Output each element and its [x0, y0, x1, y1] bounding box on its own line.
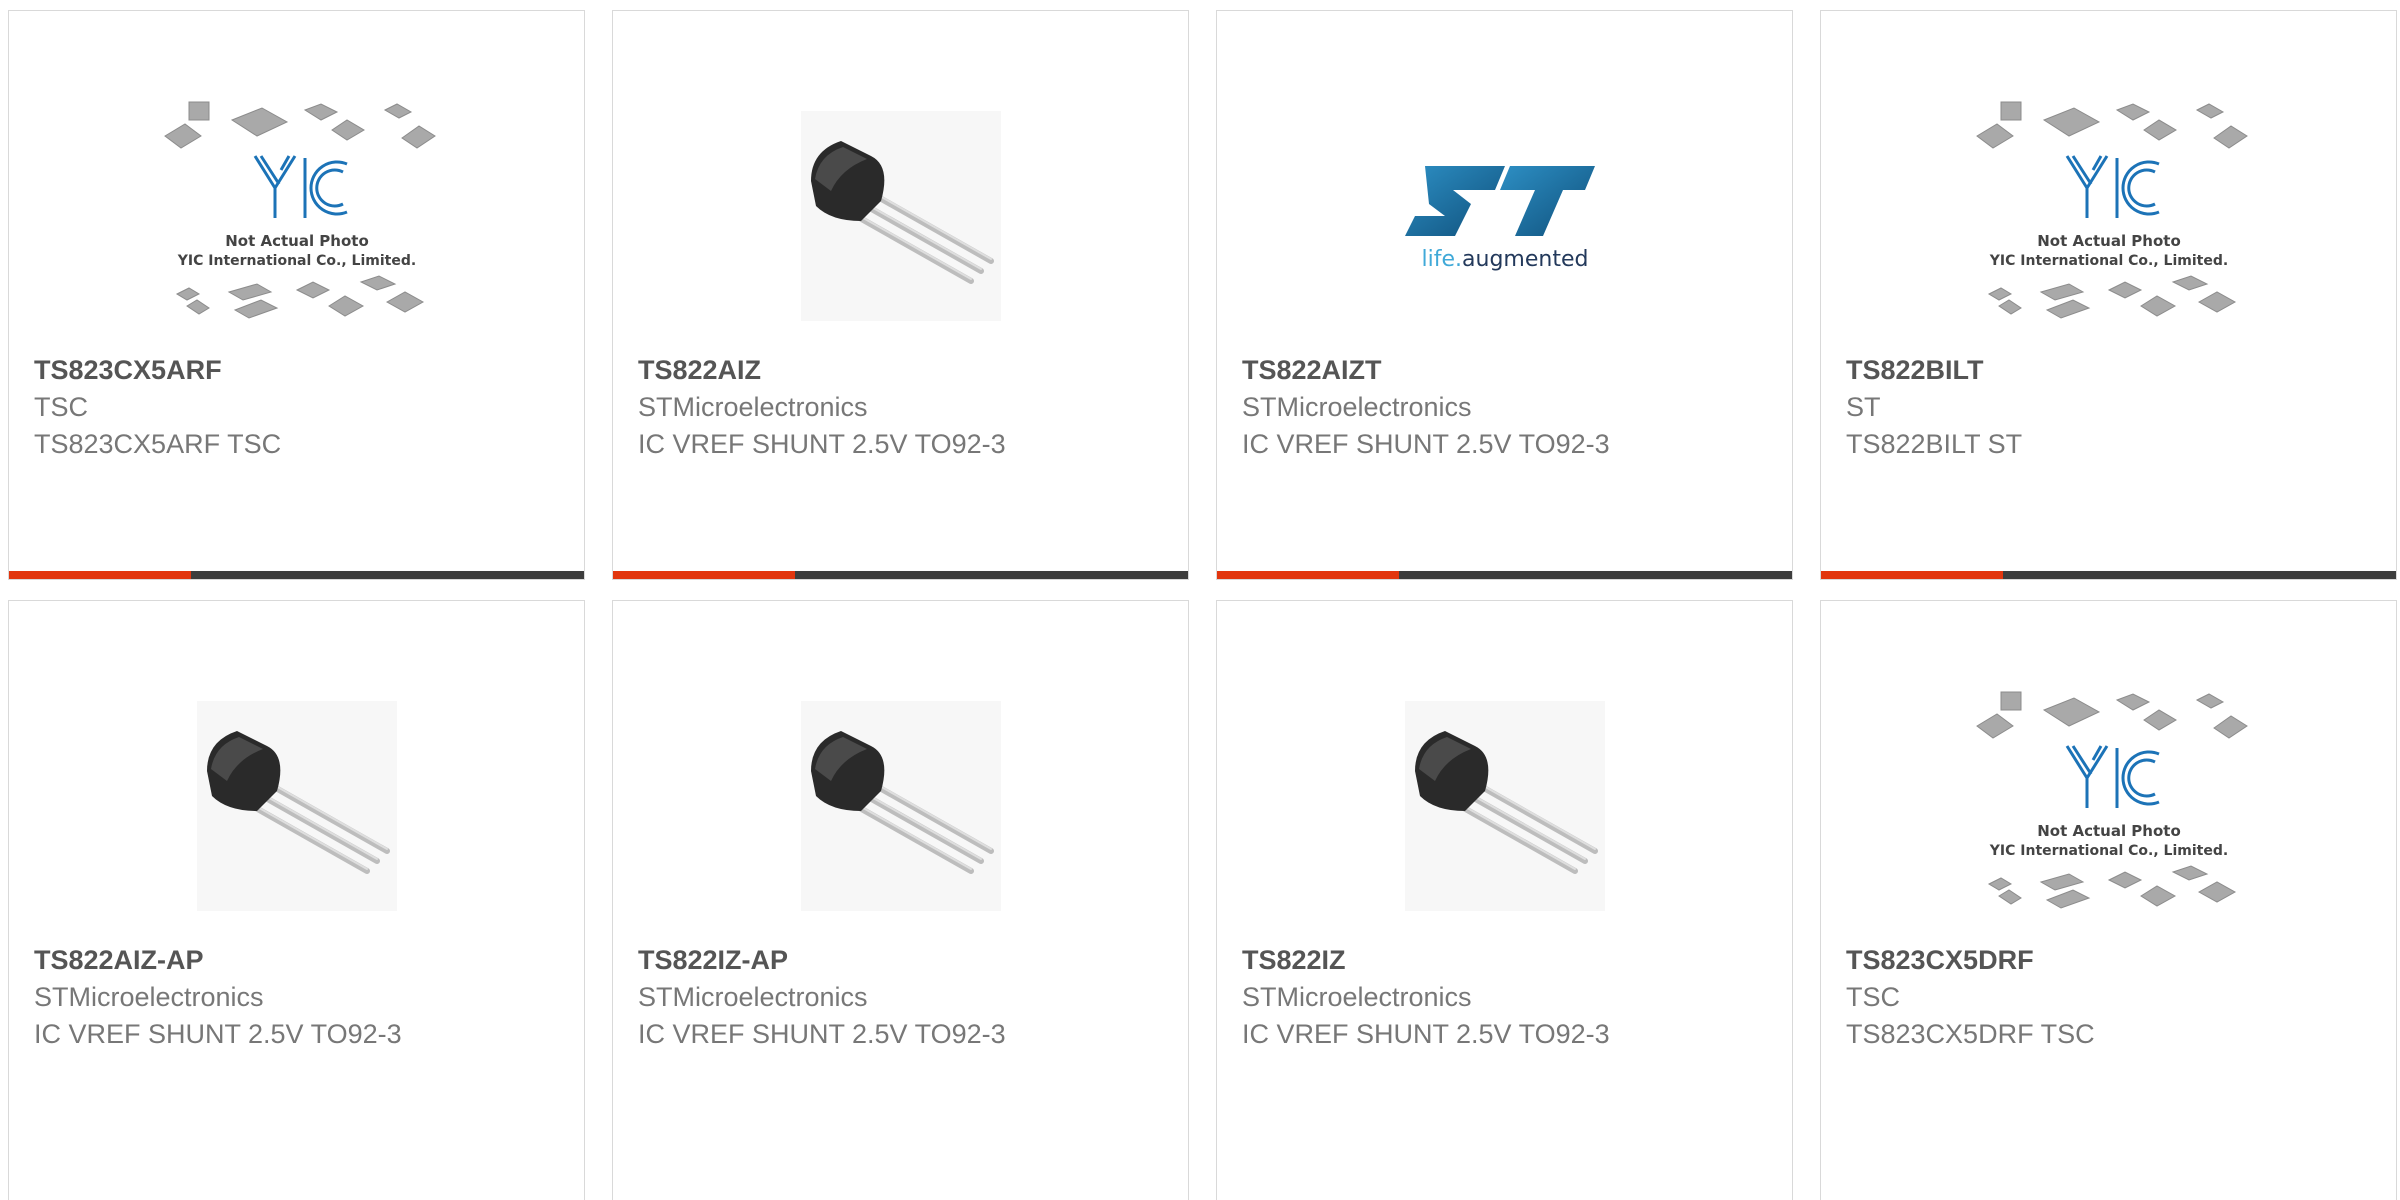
yic-placeholder-icon: Not Actual Photo YIC International Co., … — [1975, 101, 2248, 319]
product-image — [1217, 671, 1792, 941]
card-bottom-bar — [1821, 571, 2396, 579]
product-grid: Not Actual Photo YIC International Co., … — [0, 0, 2400, 1200]
product-image: Not Actual Photo YIC International Co., … — [9, 81, 584, 351]
part-number[interactable]: TS823CX5ARF — [34, 351, 564, 389]
manufacturer: STMicroelectronics — [1242, 982, 1472, 1012]
card-bottom-bar — [1217, 571, 1792, 579]
st-logo-icon: life.augmented — [1404, 166, 1595, 272]
part-number[interactable]: TS822AIZT — [1242, 351, 1772, 389]
placeholder-line2: YIC International Co., Limited. — [1988, 843, 2227, 859]
to92-transistor-icon — [800, 701, 1001, 911]
description: IC VREF SHUNT 2.5V TO92-3 — [1242, 429, 1610, 459]
description: IC VREF SHUNT 2.5V TO92-3 — [1242, 1019, 1610, 1049]
product-image: Not Actual Photo YIC International Co., … — [1821, 81, 2396, 351]
product-card[interactable]: TS822AIZ STMicroelectronics IC VREF SHUN… — [612, 10, 1189, 580]
description: TS823CX5DRF TSC — [1846, 1019, 2095, 1049]
product-card[interactable]: TS822IZ STMicroelectronics IC VREF SHUNT… — [1216, 600, 1793, 1200]
product-card[interactable]: Not Actual Photo YIC International Co., … — [1820, 10, 2397, 580]
card-bottom-bar — [9, 571, 584, 579]
part-number[interactable]: TS823CX5DRF — [1846, 941, 2376, 979]
placeholder-line2: YIC International Co., Limited. — [176, 253, 415, 269]
description: TS822BILT ST — [1846, 429, 2023, 459]
manufacturer: STMicroelectronics — [638, 392, 868, 422]
placeholder-line2: YIC International Co., Limited. — [1988, 253, 2227, 269]
st-tagline: life.augmented — [1421, 247, 1588, 272]
card-bottom-bar — [613, 571, 1188, 579]
placeholder-line1: Not Actual Photo — [2037, 822, 2181, 840]
product-image: Not Actual Photo YIC International Co., … — [1821, 671, 2396, 941]
product-card[interactable]: life.augmented TS822AIZT STMicroelectron… — [1216, 10, 1793, 580]
manufacturer: TSC — [1846, 982, 1900, 1012]
manufacturer: TSC — [34, 392, 88, 422]
product-image — [613, 671, 1188, 941]
manufacturer: STMicroelectronics — [1242, 392, 1472, 422]
product-card[interactable]: TS822AIZ-AP STMicroelectronics IC VREF S… — [8, 600, 585, 1200]
description: IC VREF SHUNT 2.5V TO92-3 — [638, 429, 1006, 459]
description: TS823CX5ARF TSC — [34, 429, 282, 459]
placeholder-line1: Not Actual Photo — [225, 232, 369, 250]
product-image — [613, 81, 1188, 351]
to92-transistor-icon — [800, 111, 1001, 321]
manufacturer: STMicroelectronics — [638, 982, 868, 1012]
product-image — [9, 671, 584, 941]
product-card[interactable]: Not Actual Photo YIC International Co., … — [1820, 600, 2397, 1200]
part-number[interactable]: TS822AIZ — [638, 351, 1168, 389]
yic-placeholder-icon: Not Actual Photo YIC International Co., … — [163, 101, 436, 319]
part-number[interactable]: TS822BILT — [1846, 351, 2376, 389]
description: IC VREF SHUNT 2.5V TO92-3 — [34, 1019, 402, 1049]
to92-transistor-icon — [1404, 701, 1605, 911]
product-card[interactable]: TS822IZ-AP STMicroelectronics IC VREF SH… — [612, 600, 1189, 1200]
product-image: life.augmented — [1217, 81, 1792, 351]
manufacturer: ST — [1846, 392, 1881, 422]
part-number[interactable]: TS822IZ-AP — [638, 941, 1168, 979]
to92-transistor-icon — [196, 701, 397, 911]
placeholder-line1: Not Actual Photo — [2037, 232, 2181, 250]
description: IC VREF SHUNT 2.5V TO92-3 — [638, 1019, 1006, 1049]
part-number[interactable]: TS822AIZ-AP — [34, 941, 564, 979]
part-number[interactable]: TS822IZ — [1242, 941, 1772, 979]
yic-placeholder-icon: Not Actual Photo YIC International Co., … — [1975, 691, 2248, 909]
product-card[interactable]: Not Actual Photo YIC International Co., … — [8, 10, 585, 580]
manufacturer: STMicroelectronics — [34, 982, 264, 1012]
